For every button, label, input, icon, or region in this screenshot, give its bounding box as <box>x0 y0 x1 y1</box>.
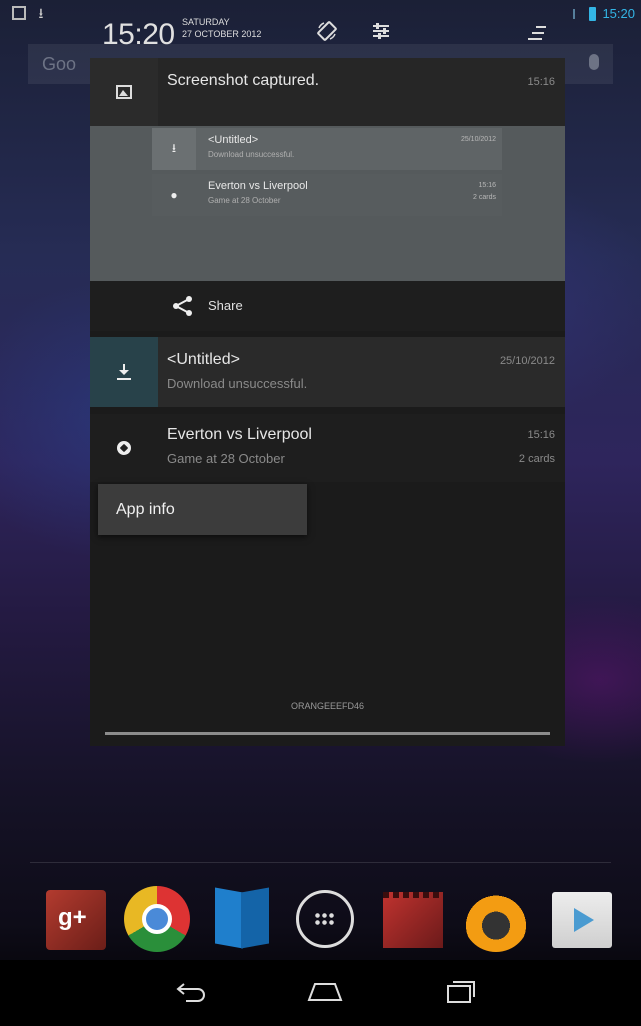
google-plus-app-icon[interactable]: g+ <box>46 890 106 950</box>
status-time: 15:20 <box>602 6 635 21</box>
chrome-app-icon[interactable] <box>124 886 190 952</box>
play-music-app-icon[interactable] <box>463 886 529 952</box>
gplus-label: g+ <box>58 904 87 931</box>
preview-title: Everton vs Liverpool <box>208 180 308 192</box>
preview-time: 25/10/2012 <box>460 136 496 143</box>
match-subtitle: Game at 28 October <box>167 451 285 466</box>
screenshot-status-icon <box>12 6 26 20</box>
screenshot-notification-icon-area <box>90 58 158 126</box>
quick-settings-icon[interactable] <box>370 20 392 42</box>
preview-item: ⭳ <Untitled> Download unsuccessful. 25/1… <box>152 128 502 170</box>
header-date: SATURDAY 27 OCTOBER 2012 <box>182 16 261 40</box>
dock-divider <box>30 862 611 863</box>
screenshot-title: Screenshot captured. <box>167 72 320 89</box>
auto-rotate-icon[interactable] <box>316 20 338 42</box>
match-time: 15:16 <box>527 429 555 441</box>
status-right: 15:20 <box>573 6 635 21</box>
play-store-app-icon[interactable] <box>552 892 612 948</box>
carrier-label: ORANGEEEFD46 <box>290 701 365 711</box>
screenshot-notification[interactable]: Screenshot captured. 15:16 <box>90 58 565 126</box>
app-drawer-icon[interactable] <box>296 890 354 948</box>
match-title: Everton vs Liverpool <box>167 426 312 443</box>
download-icon <box>117 364 131 380</box>
dock: g+ <box>0 880 641 960</box>
download-notification[interactable]: <Untitled> Download unsuccessful. 25/10/… <box>90 337 565 407</box>
signal-icon <box>573 8 583 19</box>
app-info-menu-item[interactable]: App info <box>98 484 307 535</box>
preview-subtitle: Game at 28 October <box>208 196 281 205</box>
match-notification[interactable]: Everton vs Liverpool Game at 28 October … <box>90 414 565 482</box>
preview-meta: 15:16 2 cards <box>473 180 496 204</box>
app-info-label: App info <box>116 501 175 518</box>
share-action[interactable]: Share <box>90 281 565 331</box>
notification-header: 15:20 SATURDAY 27 OCTOBER 2012 <box>90 0 565 58</box>
preview-title: <Untitled> <box>208 134 259 146</box>
recent-apps-icon[interactable] <box>445 978 477 1006</box>
header-day: SATURDAY <box>182 17 230 27</box>
image-icon <box>116 85 132 99</box>
download-title: <Untitled> <box>167 351 240 368</box>
header-full-date: 27 OCTOBER 2012 <box>182 29 262 39</box>
battery-icon <box>589 6 597 21</box>
share-icon <box>173 296 192 316</box>
download-time: 25/10/2012 <box>499 355 555 367</box>
preview-time: 15:16 <box>478 182 496 189</box>
match-extra: 2 cards <box>518 453 555 465</box>
preview-download-icon: ⭳ <box>152 128 196 170</box>
search-hint: Goo <box>42 54 77 74</box>
football-icon <box>117 441 131 455</box>
screenshot-time: 15:16 <box>527 76 555 88</box>
home-icon[interactable] <box>305 980 345 1002</box>
notification-panel: Screenshot captured. 15:16 ⭳ <Untitled> … <box>90 58 565 746</box>
preview-subtitle: Download unsuccessful. <box>208 150 295 159</box>
preview-item: ● Everton vs Liverpool Game at 28 Octobe… <box>152 174 502 216</box>
mic-icon[interactable] <box>589 54 599 70</box>
play-books-app-icon[interactable] <box>215 886 269 952</box>
panel-drag-handle[interactable] <box>105 732 550 735</box>
preview-extra: 2 cards <box>473 194 496 201</box>
preview-ball-icon: ● <box>152 174 196 216</box>
status-notification-icons: ⭳ <box>12 6 48 20</box>
download-subtitle: Download unsuccessful. <box>167 376 308 391</box>
navigation-bar <box>0 960 641 1026</box>
screenshot-preview[interactable]: ⭳ <Untitled> Download unsuccessful. 25/1… <box>90 126 565 281</box>
back-icon[interactable] <box>174 980 208 1004</box>
share-label: Share <box>208 298 243 313</box>
clear-all-icon[interactable] <box>526 24 548 42</box>
download-notification-icon-area <box>90 337 158 407</box>
match-notification-icon-area <box>90 414 158 482</box>
play-movies-app-icon[interactable] <box>383 892 443 948</box>
header-clock: 15:20 <box>102 18 175 51</box>
download-status-icon: ⭳ <box>38 5 44 21</box>
